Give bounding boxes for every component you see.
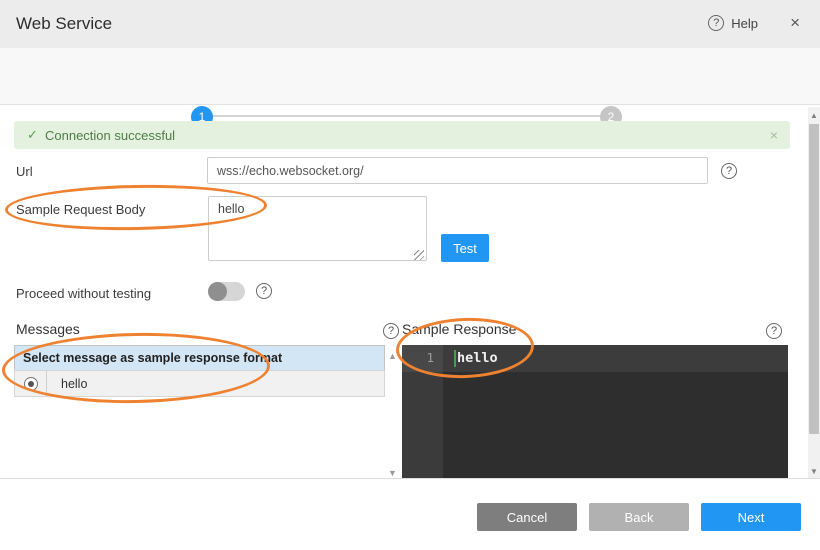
message-radio-selected[interactable] — [24, 377, 38, 391]
test-button[interactable]: Test — [441, 234, 489, 262]
sample-response-editor[interactable]: 1 hello — [402, 345, 788, 478]
stepper-connector — [213, 115, 601, 117]
editor-caret — [454, 350, 456, 367]
wizard-stepper: 1 Test Connection 2 Configure WebSocket — [0, 48, 820, 105]
editor-line-number: 1 — [402, 350, 434, 365]
cancel-button[interactable]: Cancel — [477, 503, 577, 531]
sample-request-body-label: Sample Request Body — [16, 202, 145, 217]
scrollbar-thumb[interactable] — [809, 124, 819, 434]
check-icon: ✓ — [27, 127, 38, 143]
sample-response-help-icon[interactable]: ? — [766, 323, 782, 339]
proceed-help-icon[interactable]: ? — [256, 283, 272, 299]
scrollbar-up-icon[interactable]: ▲ — [808, 111, 820, 120]
editor-code-line: hello — [457, 350, 498, 366]
url-help-icon[interactable]: ? — [721, 163, 737, 179]
toggle-knob — [208, 282, 227, 301]
messages-scroll-down-icon[interactable]: ▼ — [388, 468, 397, 478]
message-row-label: hello — [47, 377, 87, 391]
table-row[interactable]: hello — [14, 370, 385, 397]
help-label: Help — [731, 16, 758, 31]
banner-dismiss-icon[interactable]: × — [770, 127, 778, 143]
title-bar: Web Service ? Help × — [0, 0, 820, 48]
success-banner: ✓ Connection successful × — [14, 121, 790, 149]
messages-table-header: Select message as sample response format — [14, 345, 385, 370]
messages-help-icon[interactable]: ? — [383, 323, 399, 339]
messages-heading: Messages — [16, 321, 80, 337]
footer-divider — [0, 478, 820, 479]
proceed-toggle-switch[interactable] — [208, 282, 245, 301]
scrollbar-down-icon[interactable]: ▼ — [808, 467, 820, 476]
sample-request-body-textarea[interactable]: hello — [208, 196, 427, 261]
sample-response-heading: Sample Response — [402, 321, 516, 337]
page-title: Web Service — [16, 14, 112, 34]
radio-cell — [15, 371, 47, 396]
url-label: Url — [16, 164, 33, 179]
help-icon: ? — [708, 15, 724, 31]
success-banner-text: Connection successful — [45, 128, 175, 143]
proceed-without-testing-label: Proceed without testing — [16, 286, 151, 301]
radio-dot — [28, 381, 34, 387]
next-button[interactable]: Next — [701, 503, 801, 531]
messages-scroll-up-icon[interactable]: ▲ — [388, 351, 397, 361]
web-service-dialog: Web Service ? Help × 1 Test Connection 2… — [0, 0, 820, 550]
textarea-resize-grip[interactable] — [414, 250, 424, 260]
messages-table: Select message as sample response format… — [14, 345, 385, 397]
dialog-scrollbar[interactable]: ▲ ▼ — [808, 107, 820, 479]
back-button[interactable]: Back — [589, 503, 689, 531]
help-button[interactable]: ? Help — [708, 15, 758, 31]
close-icon[interactable]: × — [790, 14, 800, 32]
url-input[interactable] — [207, 157, 708, 184]
